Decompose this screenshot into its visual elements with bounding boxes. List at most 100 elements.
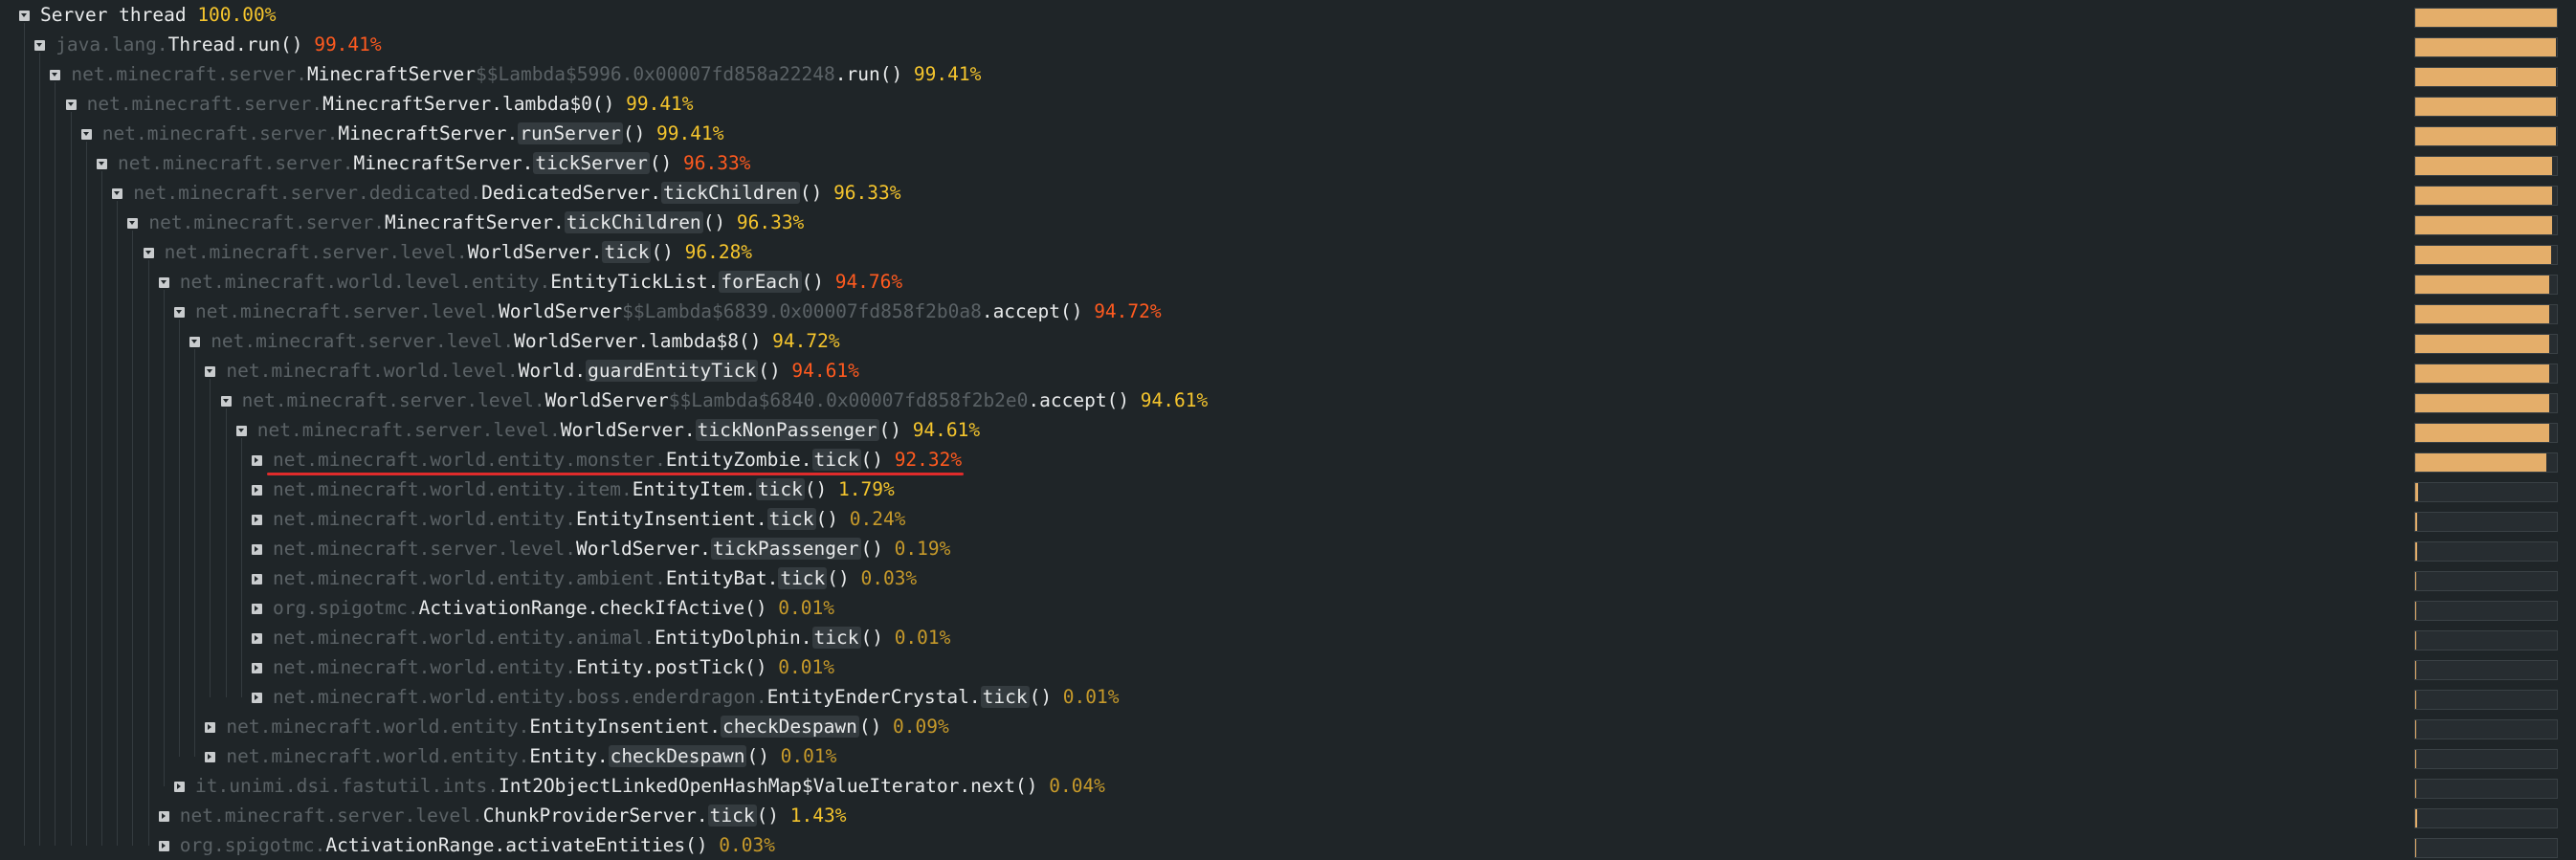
tree-node[interactable]: net.minecraft.world.entity.animal.Entity… — [0, 623, 2576, 652]
chevron-down-icon[interactable] — [112, 188, 123, 199]
chevron-down-icon[interactable] — [127, 218, 139, 229]
share-bar — [2414, 838, 2558, 858]
tree-node[interactable]: net.minecraft.world.entity.Entity. checkD… — [0, 741, 2576, 771]
separator: . — [491, 93, 502, 115]
tree-node[interactable]: net.minecraft.world.entity.item.EntityIt… — [0, 474, 2576, 504]
separator: . — [766, 567, 779, 589]
chevron-down-icon[interactable] — [174, 307, 185, 318]
separator: . — [650, 182, 661, 204]
separator: . — [235, 33, 247, 55]
node-label: net.minecraft.server.dedicated.Dedicated… — [133, 178, 901, 208]
chevron-down-icon[interactable] — [19, 11, 30, 21]
tree-node[interactable]: net.minecraft.server.level.WorldServer$$… — [0, 297, 2576, 326]
percentage: 99.41% — [656, 122, 724, 144]
chevron-down-icon[interactable] — [220, 396, 232, 407]
class-name: WorldServer — [467, 241, 591, 263]
node-label: net.minecraft.server.MinecraftServer$$La… — [71, 59, 981, 89]
share-bar-fill — [2415, 246, 2552, 264]
chevron-right-icon[interactable] — [158, 841, 169, 851]
tree-node[interactable]: java.lang.Thread.run() 99.41% — [0, 30, 2576, 59]
class-name: ChunkProviderServer — [482, 805, 697, 827]
chevron-right-icon[interactable] — [252, 604, 262, 614]
share-bar — [2414, 245, 2558, 265]
share-bar-fill — [2415, 394, 2550, 412]
node-label: net.minecraft.server.level.WorldServer. t… — [273, 534, 950, 563]
separator: . — [707, 271, 720, 293]
tree-node[interactable]: net.minecraft.world.entity.EntityInsenti… — [0, 504, 2576, 534]
method-name: lambda$8 — [649, 330, 739, 352]
method-name: postTick — [655, 656, 745, 678]
class-name: EntityBat — [665, 567, 767, 589]
chevron-down-icon[interactable] — [97, 159, 107, 169]
tree-node[interactable]: net.minecraft.server.level.WorldServer.l… — [0, 326, 2576, 356]
node-label: net.minecraft.world.entity.Entity. checkD… — [226, 741, 836, 771]
tree-node[interactable]: org.spigotmc.ActivationRange.checkIfActi… — [0, 593, 2576, 623]
node-label: net.minecraft.server.level.WorldServer. t… — [165, 237, 752, 267]
tree-node[interactable]: net.minecraft.server.MinecraftServer. run… — [0, 119, 2576, 148]
chevron-right-icon[interactable] — [252, 455, 262, 466]
tree-node[interactable]: Server thread 100.00% — [0, 0, 2576, 30]
chevron-right-icon[interactable] — [252, 693, 262, 703]
chevron-right-icon[interactable] — [252, 485, 262, 496]
tree-node[interactable]: net.minecraft.server.MinecraftServer. tic… — [0, 208, 2576, 237]
package-name: net.minecraft.world.entity.item. — [273, 478, 633, 500]
chevron-down-icon[interactable] — [80, 129, 92, 140]
share-bar-fill — [2415, 542, 2417, 561]
method-args: () — [860, 449, 883, 471]
tree-node[interactable]: net.minecraft.server.level.WorldServer. t… — [0, 415, 2576, 445]
chevron-right-icon[interactable] — [174, 782, 185, 792]
chevron-right-icon[interactable] — [252, 633, 262, 644]
node-label: net.minecraft.world.entity.boss.enderdra… — [273, 682, 1119, 712]
separator: . — [834, 63, 847, 85]
method-args: () — [858, 716, 882, 738]
tree-node[interactable]: net.minecraft.world.entity.boss.enderdra… — [0, 682, 2576, 712]
chevron-down-icon[interactable] — [34, 40, 46, 51]
chevron-down-icon[interactable] — [143, 248, 154, 258]
percentage: 96.28% — [684, 241, 753, 263]
tree-node[interactable]: net.minecraft.server.level.WorldServer. t… — [0, 534, 2576, 563]
share-bar-fill — [2415, 631, 2416, 650]
share-bar-fill — [2415, 98, 2557, 116]
tree-node[interactable]: net.minecraft.server.level.WorldServer. t… — [0, 237, 2576, 267]
package-name: net.minecraft.world.entity. — [226, 716, 530, 738]
tree-node[interactable]: net.minecraft.world.level.World. guardEnt… — [0, 356, 2576, 386]
package-name: net.minecraft.world.entity. — [273, 656, 576, 678]
percentage: 0.03% — [719, 834, 775, 856]
chevron-right-icon[interactable] — [158, 811, 169, 822]
method-args: () — [649, 152, 673, 174]
percentage: 0.01% — [1062, 686, 1120, 708]
tree-node[interactable]: net.minecraft.world.entity.EntityInsenti… — [0, 712, 2576, 741]
share-bar-fill — [2415, 661, 2416, 679]
tree-node[interactable]: net.minecraft.world.entity.ambient.Entit… — [0, 563, 2576, 593]
tree-node[interactable]: net.minecraft.server.MinecraftServer$$La… — [0, 59, 2576, 89]
chevron-down-icon[interactable] — [235, 426, 247, 436]
chevron-right-icon[interactable] — [205, 752, 216, 762]
class-name: Int2ObjectLinkedOpenHashMap$ValueIterato… — [498, 775, 960, 797]
chevron-right-icon[interactable] — [252, 574, 262, 584]
tree-node[interactable]: net.minecraft.server.level.WorldServer$$… — [0, 386, 2576, 415]
chevron-down-icon[interactable] — [158, 277, 169, 288]
package-name: net.minecraft.server. — [86, 93, 323, 115]
chevron-down-icon[interactable] — [65, 99, 77, 110]
chevron-down-icon[interactable] — [50, 70, 61, 80]
chevron-right-icon[interactable] — [252, 544, 262, 555]
method-name: tick — [707, 805, 757, 827]
chevron-right-icon[interactable] — [252, 515, 262, 525]
tree-node[interactable]: net.minecraft.server.MinecraftServer. tic… — [0, 148, 2576, 178]
tree-node[interactable]: it.unimi.dsi.fastutil.ints.Int2ObjectLin… — [0, 771, 2576, 801]
tree-node[interactable]: net.minecraft.world.level.entity.EntityT… — [0, 267, 2576, 297]
tree-node[interactable]: net.minecraft.world.entity.Entity.postTi… — [0, 652, 2576, 682]
chevron-down-icon[interactable] — [189, 337, 201, 347]
chevron-right-icon[interactable] — [205, 722, 216, 733]
node-label: net.minecraft.world.entity.Entity.postTi… — [273, 652, 834, 682]
chevron-down-icon[interactable] — [205, 366, 216, 377]
package-name: java.lang. — [56, 33, 168, 55]
tree-node[interactable]: org.spigotmc.ActivationRange.activateEnt… — [0, 830, 2576, 860]
share-bar — [2414, 630, 2558, 651]
tree-node[interactable]: net.minecraft.server.dedicated.Dedicated… — [0, 178, 2576, 208]
share-bar-fill — [2415, 513, 2417, 531]
tree-node[interactable]: net.minecraft.world.entity.monster.Entit… — [0, 445, 2576, 474]
tree-node[interactable]: net.minecraft.server.level.ChunkProvider… — [0, 801, 2576, 830]
chevron-right-icon[interactable] — [252, 663, 262, 673]
tree-node[interactable]: net.minecraft.server.MinecraftServer.lam… — [0, 89, 2576, 119]
